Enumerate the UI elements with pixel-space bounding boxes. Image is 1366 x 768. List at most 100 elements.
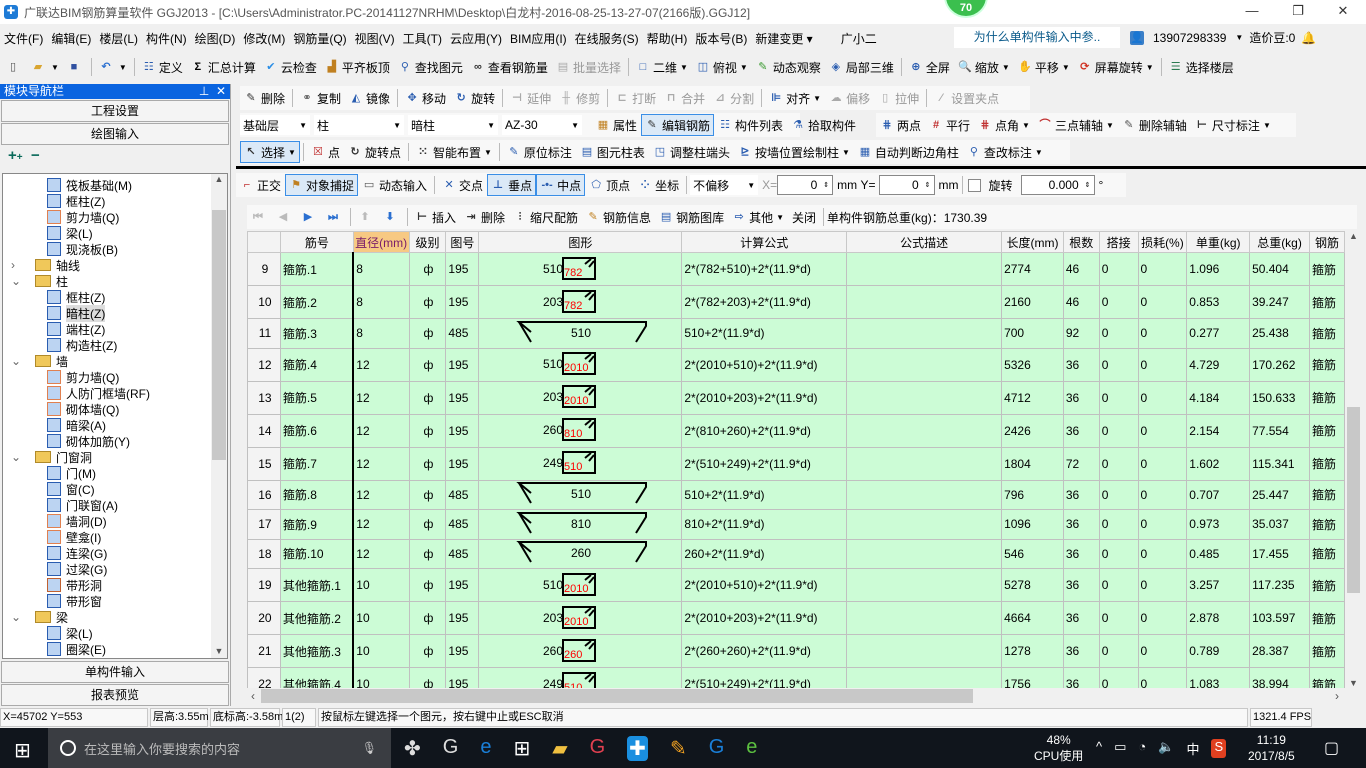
bell-icon[interactable]: 🔔 [1301, 31, 1316, 45]
tree-item[interactable]: 砌体加筋(Y) [3, 433, 227, 449]
extend-button[interactable]: ⊣ 延伸 [506, 87, 555, 109]
cell-loss[interactable]: 0 [1137, 509, 1188, 540]
cell-count[interactable]: 36 [1062, 634, 1100, 668]
set-grip-button[interactable]: ⁄ 设置夹点 [930, 87, 1003, 109]
menu-item[interactable]: 广小二 [837, 30, 881, 47]
cell-length[interactable]: 4712 [1001, 380, 1064, 415]
cell-bar-number[interactable]: 箍筋.1 [279, 252, 354, 286]
cell-length[interactable]: 5326 [1001, 347, 1064, 382]
other-button[interactable]: ⇨ 其他 ▼ [728, 206, 788, 228]
ime-indicator[interactable]: 中 [1186, 739, 1199, 758]
chevron-down-icon[interactable]: ⌄ [11, 274, 25, 288]
cell-length[interactable]: 1756 [1001, 667, 1064, 688]
cell-diameter[interactable]: 12 [352, 380, 410, 415]
column-header-formula-desc[interactable]: 公式描述 [846, 231, 1003, 253]
next-button[interactable]: ▶ [297, 206, 322, 228]
cell-bar-number[interactable]: 箍筋.9 [279, 509, 354, 540]
cell-formula[interactable]: 2*(510+249)+2*(11.9*d) [681, 667, 848, 688]
chevron-down-icon[interactable]: ▼ [484, 148, 492, 157]
cell-formula-desc[interactable] [846, 380, 1003, 415]
cell-total-weight[interactable]: 170.262 [1249, 347, 1310, 382]
nav-drawing-input[interactable]: 绘图输入 [1, 123, 229, 145]
cell-total-weight[interactable]: 25.447 [1249, 479, 1310, 510]
chevron-down-icon[interactable]: ▼ [1146, 63, 1154, 72]
modify-annotation-button[interactable]: ⚲ 查改标注 ▼ [963, 141, 1047, 163]
cell-rebar-type[interactable]: 箍筋 [1308, 479, 1345, 510]
midpoint-button[interactable]: -•- 中点 [536, 174, 586, 196]
open-folder-button[interactable]: ▰ ▼ [27, 56, 63, 78]
minimize-button[interactable]: — [1229, 0, 1275, 24]
tree-item[interactable]: 人防门框墙(RF) [3, 385, 227, 401]
cell-length[interactable]: 1804 [1001, 446, 1064, 481]
cell-lap[interactable]: 0 [1098, 479, 1139, 510]
x-coordinate-input[interactable]: 0 ⇕ [777, 175, 834, 195]
column-header-bar-number[interactable]: 筋号 [279, 231, 354, 253]
in-situ-annotation-button[interactable]: ✎ 原位标注 [503, 141, 576, 163]
cell-rebar-type[interactable]: 箍筋 [1308, 252, 1345, 286]
cell-count[interactable]: 92 [1062, 318, 1100, 349]
table-row[interactable]: 13 箍筋.5 12 ф 195 203 2010 2*(2010+203)+2*(11.9*… [247, 380, 1345, 415]
cell-diameter[interactable]: 10 [352, 634, 410, 668]
cell-loss[interactable]: 0 [1137, 252, 1188, 286]
restore-button[interactable]: ❐ [1275, 0, 1321, 24]
cell-formula[interactable]: 810+2*(11.9*d) [681, 509, 848, 540]
cell-lap[interactable]: 0 [1098, 667, 1139, 688]
cell-shape[interactable]: 510 2010 [478, 568, 683, 602]
close-button[interactable]: 关闭 [788, 206, 820, 228]
move-up-button[interactable]: ⬆ [354, 206, 379, 228]
column-header-figure-number[interactable]: 图号 [445, 231, 480, 253]
cell-formula[interactable]: 2*(2010+510)+2*(11.9*d) [681, 347, 848, 382]
collapse-all-icon[interactable]: − [31, 147, 40, 164]
orthogonal-button[interactable]: ⌐ 正交 [236, 174, 285, 196]
table-row[interactable]: 18 箍筋.10 12 ф 485 260 260+2*(11.9*d) 546 36 0 0 0.4… [247, 538, 1345, 569]
tree-item[interactable]: 暗梁(A) [3, 417, 227, 433]
battery-icon[interactable]: ▭ [1114, 739, 1126, 758]
column-header-total-weight[interactable]: 总重(kg) [1249, 231, 1310, 253]
cell-unit-weight[interactable]: 2.878 [1186, 601, 1251, 635]
cell-length[interactable]: 796 [1001, 479, 1064, 510]
cell-diameter[interactable]: 8 [352, 285, 410, 319]
cell-formula[interactable]: 2*(2010+203)+2*(11.9*d) [681, 380, 848, 415]
cell-bar-number[interactable]: 箍筋.2 [279, 285, 354, 319]
cell-shape[interactable]: 249 510 [478, 667, 683, 688]
cell-figure-number[interactable]: 485 [445, 509, 480, 540]
cell-figure-number[interactable]: 485 [445, 538, 480, 569]
cell-total-weight[interactable]: 17.455 [1249, 538, 1310, 569]
align-slab-button[interactable]: ▟ 平齐板顶 [321, 56, 394, 78]
cell-lap[interactable]: 0 [1098, 252, 1139, 286]
cell-unit-weight[interactable]: 0.789 [1186, 634, 1251, 668]
cell-shape[interactable]: 249 510 [478, 446, 683, 481]
cell-shape[interactable]: 203 2010 [478, 601, 683, 635]
menu-item[interactable]: 绘图(D) [191, 30, 240, 47]
cell-bar-number[interactable]: 其他箍筋.2 [279, 601, 354, 635]
cell-shape[interactable]: 260 810 [478, 413, 683, 448]
volume-icon[interactable]: 🔈 [1158, 739, 1174, 758]
cell-total-weight[interactable]: 25.438 [1249, 318, 1310, 349]
cell-unit-weight[interactable]: 2.154 [1186, 413, 1251, 448]
cell-grade[interactable]: ф [408, 634, 447, 668]
cell-unit-weight[interactable]: 1.096 [1186, 252, 1251, 286]
component-list-button[interactable]: ☷ 构件列表 [714, 114, 787, 136]
cell-formula-desc[interactable] [846, 509, 1003, 540]
partial-3d-button[interactable]: ◈ 局部三维 [825, 56, 898, 78]
close-button[interactable]: ✕ [1320, 0, 1366, 24]
cell-diameter[interactable]: 12 [352, 538, 410, 569]
ie-browser-icon[interactable]: e [746, 736, 757, 761]
cell-count[interactable]: 72 [1062, 446, 1100, 481]
cell-loss[interactable]: 0 [1137, 380, 1188, 415]
cell-count[interactable]: 46 [1062, 285, 1100, 319]
save-button[interactable]: ■ [63, 56, 88, 78]
tree-item[interactable]: 构造柱(Z) [3, 337, 227, 353]
rebar-library-button[interactable]: ▤ 钢筋图库 [655, 206, 728, 228]
chevron-down-icon[interactable]: ▼ [680, 63, 688, 72]
cell-loss[interactable]: 0 [1137, 634, 1188, 668]
cell-shape[interactable]: 510 [478, 479, 683, 510]
first-button[interactable]: ⏮ [247, 206, 272, 228]
cell-diameter[interactable]: 8 [352, 318, 410, 349]
cell-shape[interactable]: 260 [478, 538, 683, 569]
cell-figure-number[interactable]: 195 [445, 667, 480, 688]
break-button[interactable]: ⊏ 打断 [611, 87, 660, 109]
cell-rebar-type[interactable]: 箍筋 [1308, 667, 1345, 688]
chevron-down-icon[interactable]: ⌄ [11, 354, 25, 368]
cell-row-number[interactable]: 21 [247, 634, 281, 668]
